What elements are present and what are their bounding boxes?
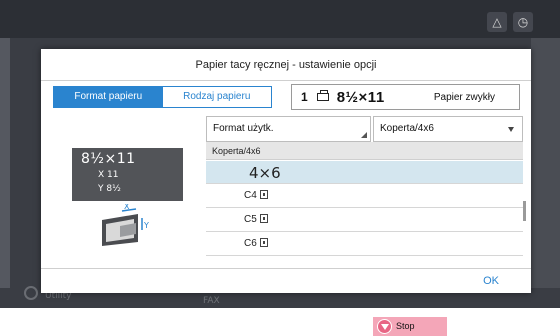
tray-x-label: X: [124, 204, 130, 211]
top-bar: △ ◷: [0, 0, 560, 38]
orientation-icon: [259, 214, 268, 223]
list-item-4x6[interactable]: 4×6: [206, 161, 523, 184]
chevron-down-icon: [508, 127, 514, 132]
tray-number: 1: [301, 90, 308, 104]
corner-triangle-icon: [361, 132, 367, 138]
list-item-c4[interactable]: C4: [206, 185, 523, 208]
size-preview-panel: 8½×11 X 11 Y 8½: [72, 148, 183, 201]
paper-options-dialog: Papier tacy ręcznej - ustawienie opcji F…: [41, 49, 531, 293]
summary-paper-size: 8½×11: [336, 88, 385, 106]
orientation-icon: [259, 190, 268, 199]
list-header: Koperta/4x6: [206, 142, 523, 160]
stop-label: Stop: [396, 321, 415, 331]
preview-y-value: Y 8½: [98, 184, 121, 194]
background-panel-right: [531, 38, 560, 288]
background-panel-left: [0, 38, 10, 288]
list-item-label: C6: [244, 238, 257, 249]
screen: △ ◷ FAX Utility Papier tacy ręcznej - us…: [0, 0, 560, 308]
list-item-label: 4×6: [249, 164, 281, 182]
orientation-icon: [259, 238, 268, 247]
stop-button[interactable]: Stop: [373, 317, 447, 336]
stop-icon: [377, 319, 392, 334]
background-fax-label: FAX: [203, 296, 220, 306]
bell-icon[interactable]: △: [487, 12, 507, 32]
list-item-c5[interactable]: C5: [206, 209, 523, 232]
tray-y-label: Y: [143, 221, 149, 230]
dialog-title: Papier tacy ręcznej - ustawienie opcji: [41, 49, 531, 81]
list-item-label: C5: [244, 214, 257, 225]
preview-size: 8½×11: [81, 151, 136, 167]
tray-icon: [316, 90, 329, 101]
dialog-footer: OK: [41, 268, 531, 293]
ok-button[interactable]: OK: [483, 275, 499, 287]
list-scrollbar[interactable]: [523, 201, 526, 221]
list-item-label: C4: [244, 190, 257, 201]
envelope-size-label: Koperta/4x6: [380, 123, 434, 134]
preview-x-value: X 11: [98, 170, 119, 180]
tab-bar: Format papieru Rodzaj papieru: [53, 86, 272, 108]
tab-paper-type[interactable]: Rodzaj papieru: [162, 87, 271, 107]
envelope-size-dropdown[interactable]: Koperta/4x6: [373, 116, 523, 142]
current-setting-summary: 1 8½×11 Papier zwykły: [291, 84, 520, 110]
summary-paper-type: Papier zwykły: [433, 91, 495, 103]
envelope-size-list: Koperta/4x6 4×6 C4 C5 C6: [206, 142, 523, 268]
custom-size-label: Format użytk.: [213, 123, 274, 134]
list-item-c6[interactable]: C6: [206, 233, 523, 256]
bypass-tray-illustration-icon: X Y: [102, 204, 149, 246]
timer-icon[interactable]: ◷: [513, 12, 533, 32]
gear-icon: [24, 286, 38, 300]
custom-size-selector[interactable]: Format użytk.: [206, 116, 371, 142]
tab-paper-size[interactable]: Format papieru: [54, 87, 163, 107]
